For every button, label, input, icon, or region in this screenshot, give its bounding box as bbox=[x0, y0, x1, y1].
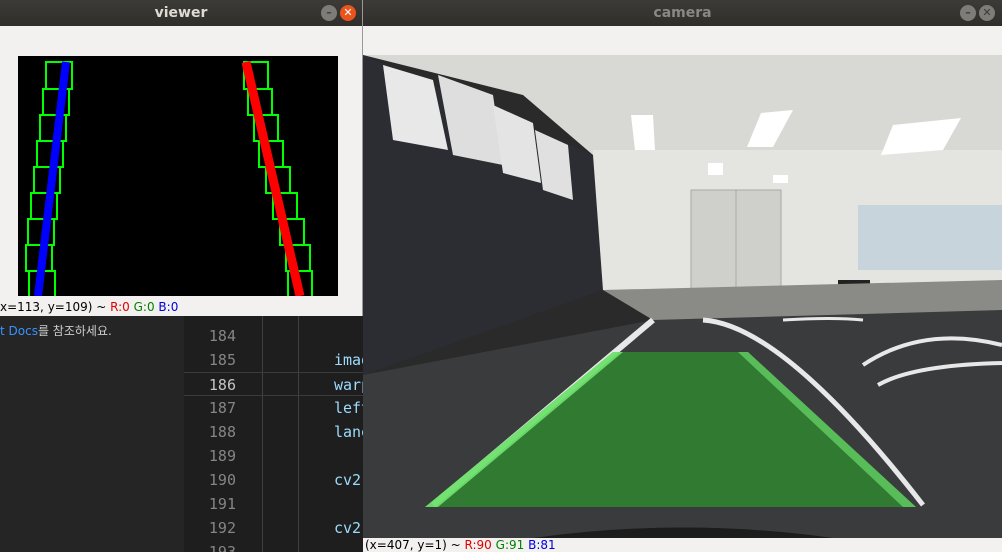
window-title: camera bbox=[653, 5, 712, 21]
code-line[interactable]: 184 bbox=[184, 324, 363, 348]
camera-status-bar: (x=407, y=1) ~ R:90 G:91 B:81 bbox=[363, 538, 1002, 552]
viewer-titlebar[interactable]: viewer – ✕ bbox=[0, 0, 362, 26]
code-area[interactable]: 184 185imag 186warp 187left 188lane 189 … bbox=[184, 300, 363, 552]
pixel-green: G:91 bbox=[495, 538, 525, 552]
camera-scene bbox=[363, 55, 1002, 538]
camera-titlebar[interactable]: camera – ✕ bbox=[363, 0, 1002, 26]
editor-sidebar: t Docs를 참조하세요. bbox=[0, 300, 184, 552]
code-line[interactable]: 189 bbox=[184, 444, 363, 468]
line-number: 190 bbox=[208, 471, 236, 489]
camera-toolbar bbox=[363, 26, 1002, 55]
line-number: 184 bbox=[208, 327, 236, 345]
pixel-coords: (x=407, y=1) ~ bbox=[365, 538, 465, 552]
code-line[interactable]: 191 bbox=[184, 492, 363, 516]
line-number: 187 bbox=[208, 399, 236, 417]
code-text: lane bbox=[334, 423, 363, 441]
line-number: 192 bbox=[208, 519, 236, 537]
track-far-line bbox=[782, 317, 864, 322]
line-number: 189 bbox=[208, 447, 236, 465]
code-line[interactable]: 192 cv2 bbox=[184, 516, 363, 540]
pixel-blue: B:0 bbox=[158, 300, 179, 314]
code-line[interactable]: 193 bbox=[184, 540, 363, 552]
camera-window: camera – ✕ (x=407, y=1) ~ R:90 G:91 B:81 bbox=[363, 0, 1002, 552]
close-icon: ✕ bbox=[982, 6, 992, 19]
lane-detection-image[interactable] bbox=[18, 56, 338, 296]
line-number: 188 bbox=[208, 423, 236, 441]
line-number: 193 bbox=[208, 543, 236, 552]
window-panes bbox=[858, 205, 1002, 270]
docs-link[interactable]: t Docs bbox=[0, 324, 38, 338]
minimize-button[interactable]: – bbox=[960, 5, 976, 21]
wall-poster bbox=[383, 65, 448, 150]
code-line[interactable]: 185 imag bbox=[184, 348, 363, 372]
minimize-icon: – bbox=[965, 6, 971, 19]
minimize-icon: – bbox=[326, 6, 332, 19]
camera-feed-image[interactable] bbox=[363, 55, 1002, 538]
line-number: 191 bbox=[208, 495, 236, 513]
sidebar-help-text: t Docs를 참조하세요. bbox=[0, 322, 112, 339]
pixel-blue: B:81 bbox=[528, 538, 556, 552]
pixel-coords: x=113, y=109) ~ bbox=[0, 300, 111, 314]
close-button[interactable]: ✕ bbox=[979, 5, 995, 21]
code-line[interactable]: 187 left bbox=[184, 396, 363, 420]
code-text: cv2 bbox=[334, 471, 362, 489]
minimize-button[interactable]: – bbox=[321, 5, 337, 21]
close-icon: ✕ bbox=[343, 6, 353, 19]
code-text: imag bbox=[334, 351, 363, 369]
viewer-status-bar: x=113, y=109) ~ R:0 G:0 B:0 bbox=[0, 298, 362, 316]
docs-link-suffix: 를 참조하세요. bbox=[37, 324, 112, 338]
code-text: left bbox=[334, 399, 363, 417]
pixel-red: R:90 bbox=[464, 538, 492, 552]
close-button[interactable]: ✕ bbox=[340, 5, 356, 21]
viewer-window: viewer – ✕ x=113, y=109) ~ R:0 G:0 B:0 bbox=[0, 0, 363, 316]
code-line-current[interactable]: 186 warp bbox=[184, 372, 363, 396]
sliding-window-canvas bbox=[25, 60, 313, 296]
code-editor: t Docs를 참조하세요. 184 185 imag 186 warp 187 le… bbox=[0, 300, 363, 552]
pixel-red: R:0 bbox=[110, 300, 130, 314]
line-number: 186 bbox=[208, 376, 236, 394]
code-line[interactable]: 188 lane bbox=[184, 420, 363, 444]
window-title: viewer bbox=[154, 5, 208, 21]
line-number: 185 bbox=[208, 351, 236, 369]
pixel-green: G:0 bbox=[133, 300, 155, 314]
code-text: cv2 bbox=[334, 519, 362, 537]
code-line[interactable]: 190 cv2 bbox=[184, 468, 363, 492]
code-text: warp bbox=[334, 376, 363, 394]
